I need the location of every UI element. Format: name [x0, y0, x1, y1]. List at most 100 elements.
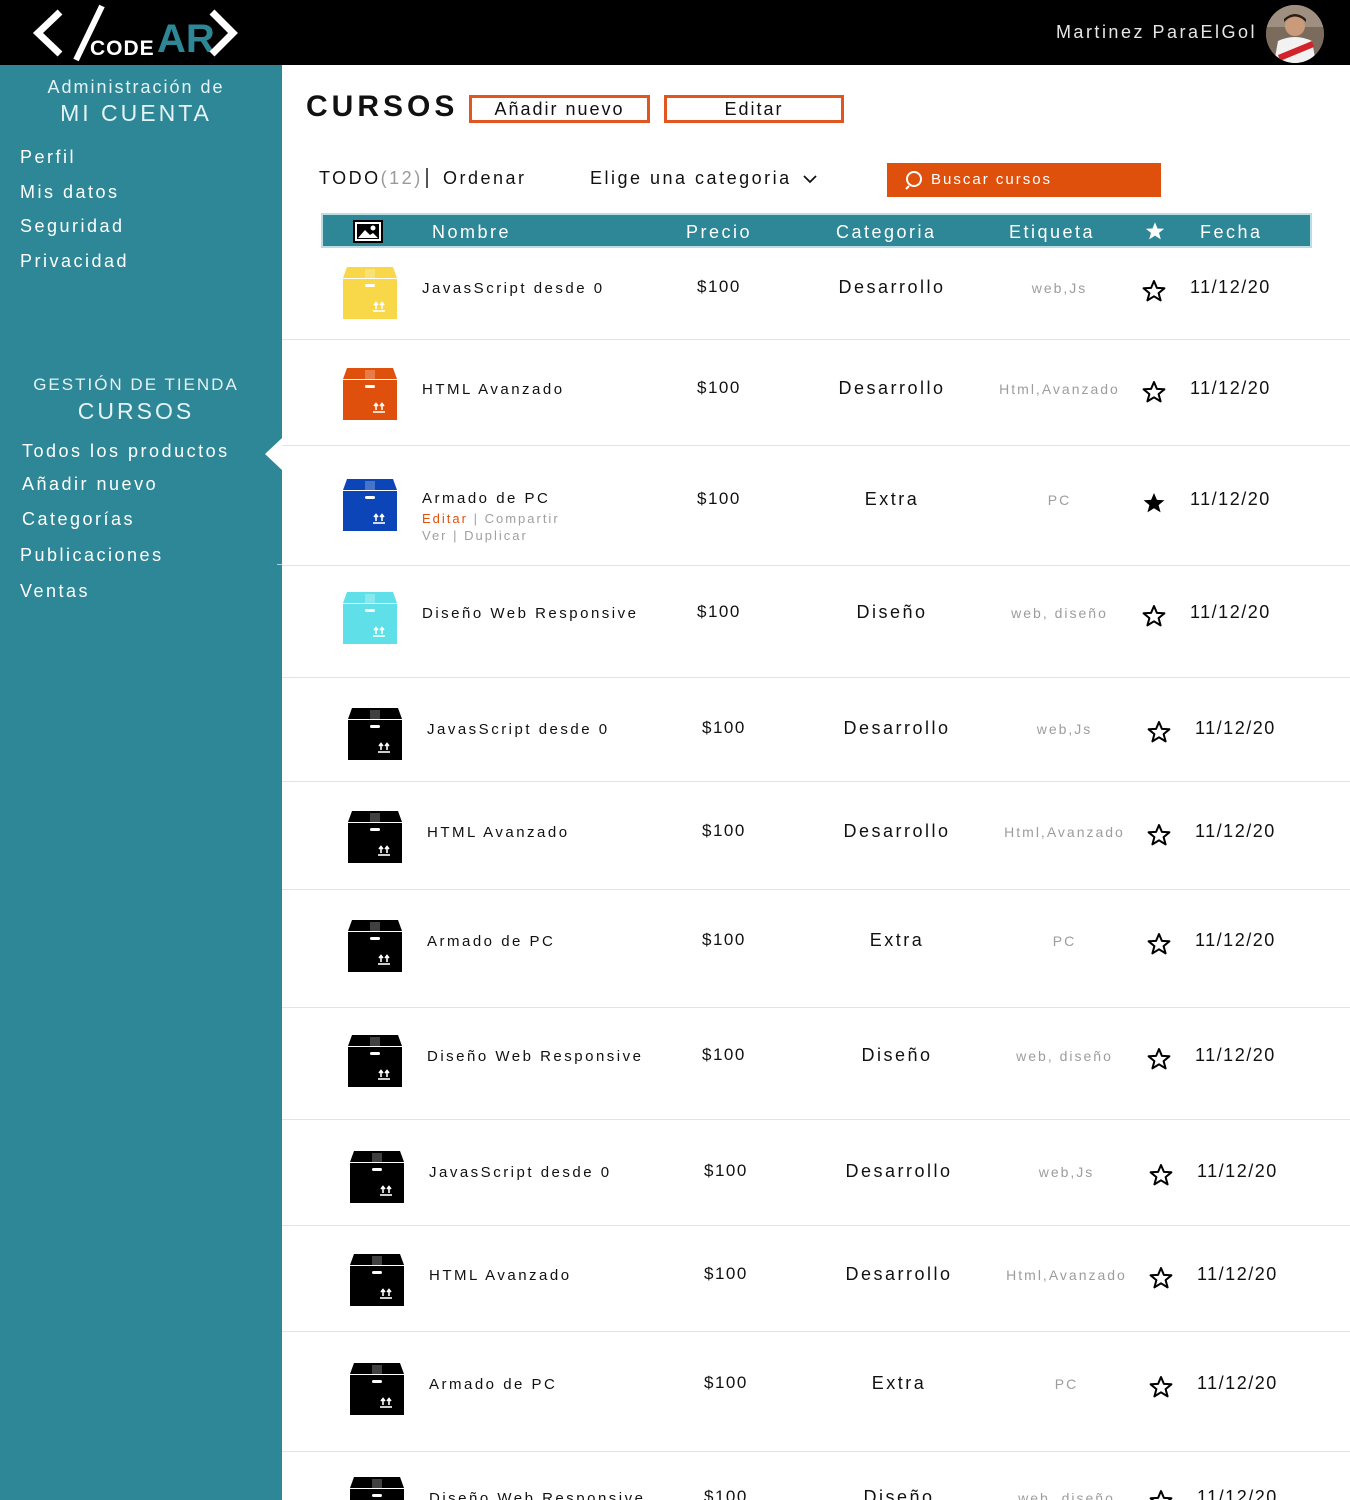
svg-text:CODE: CODE — [90, 37, 155, 60]
course-category: Extra — [871, 1373, 927, 1393]
course-price: $100 — [702, 718, 746, 737]
course-name[interactable]: Diseño Web Responsive — [429, 1490, 645, 1500]
order-button[interactable]: Ordenar — [443, 168, 527, 189]
table-row[interactable]: JavasScript desde 0 $100 Desarrollo web,Js 1… — [282, 678, 1350, 782]
course-tag: web, diseño — [1016, 1048, 1113, 1064]
sidebar-item-anadir-nuevo[interactable]: Añadir nuevo — [22, 474, 158, 495]
course-name[interactable]: Diseño Web Responsive — [427, 1048, 643, 1065]
top-bar: CODE AR Martinez ParaElGol — [0, 0, 1350, 65]
course-tag: web,Js — [1038, 1164, 1095, 1180]
row-actions-line-2: Ver | Duplicar — [422, 528, 528, 543]
filter-all[interactable]: TODO(12) — [319, 168, 423, 189]
course-box-icon — [348, 920, 402, 972]
course-name[interactable]: Armado de PC — [422, 490, 550, 507]
course-date: 11/12/20 — [1197, 1487, 1278, 1500]
table-row[interactable]: Diseño Web Responsive $100 Diseño web, dise… — [282, 1452, 1350, 1500]
sidebar-item-categorias[interactable]: Categorías — [22, 509, 135, 530]
course-category: Desarrollo — [838, 378, 946, 398]
star-icon[interactable] — [1147, 720, 1171, 744]
table-row[interactable]: Armado de PC $100 Extra PC 11/12/20 — [282, 890, 1350, 1008]
star-icon[interactable] — [1149, 1489, 1173, 1500]
account-caption: Administración de — [47, 77, 225, 97]
course-price: $100 — [704, 1487, 748, 1500]
star-filled-icon[interactable] — [1142, 491, 1166, 515]
table-row[interactable]: HTML Avanzado $100 Desarrollo Html,Avanzado… — [282, 1226, 1350, 1332]
star-icon[interactable] — [1149, 1266, 1173, 1290]
table-row[interactable]: HTML Avanzado $100 Desarrollo Html,Avanzado… — [282, 340, 1350, 446]
table-row[interactable]: JavasScript desde 0 $100 Desarrollo web,Js 1… — [282, 1120, 1350, 1226]
star-icon[interactable] — [1142, 279, 1166, 303]
star-icon[interactable] — [1149, 1163, 1173, 1187]
table-row[interactable]: Diseño Web Responsive $100 Diseño web, dise… — [282, 1008, 1350, 1120]
course-name[interactable]: HTML Avanzado — [429, 1267, 572, 1284]
course-name[interactable]: HTML Avanzado — [427, 824, 570, 841]
course-date: 11/12/20 — [1197, 1264, 1278, 1284]
course-tag: Html,Avanzado — [1006, 1267, 1127, 1283]
course-price: $100 — [702, 930, 746, 949]
course-name[interactable]: Armado de PC — [427, 933, 555, 950]
svg-text:AR: AR — [157, 17, 215, 61]
course-name[interactable]: HTML Avanzado — [422, 381, 565, 398]
column-etiqueta[interactable]: Etiqueta — [1009, 222, 1095, 243]
star-icon[interactable] — [1147, 1047, 1171, 1071]
column-nombre[interactable]: Nombre — [432, 222, 511, 243]
course-date: 11/12/20 — [1195, 718, 1276, 738]
sidebar-item-todos-los-productos[interactable]: Todos los productos — [22, 441, 230, 462]
course-box-icon — [350, 1151, 404, 1203]
course-tag: PC — [1052, 933, 1077, 949]
codear-logo[interactable]: CODE AR — [30, 2, 245, 62]
user-avatar[interactable] — [1266, 5, 1324, 63]
row-action-view[interactable]: Ver — [422, 528, 448, 543]
star-icon[interactable] — [1147, 932, 1171, 956]
search-courses-button[interactable]: Buscar cursos — [887, 163, 1161, 197]
sidebar-item-privacidad[interactable]: Privacidad — [20, 251, 129, 272]
star-icon[interactable] — [1149, 1375, 1173, 1399]
star-column-icon[interactable] — [1145, 221, 1165, 241]
row-action-duplicate[interactable]: Duplicar — [464, 528, 528, 543]
course-name[interactable]: JavasScript desde 0 — [427, 721, 610, 738]
course-date: 11/12/20 — [1195, 930, 1276, 950]
course-name[interactable]: Diseño Web Responsive — [422, 605, 638, 622]
course-category: Diseño — [861, 1045, 933, 1065]
course-date: 11/12/20 — [1190, 277, 1271, 297]
row-action-separator: | — [447, 528, 465, 543]
edit-button[interactable]: Editar — [664, 95, 844, 123]
course-box-icon — [350, 1477, 404, 1500]
table-row[interactable]: Armado de PC $100 Extra PC 11/12/20 Editar | … — [282, 446, 1350, 566]
sidebar-item-publicaciones[interactable]: Publicaciones — [20, 545, 164, 566]
sidebar-item-mis-datos[interactable]: Mis datos — [20, 182, 120, 203]
course-tag: Html,Avanzado — [1004, 824, 1125, 840]
star-icon[interactable] — [1147, 823, 1171, 847]
course-tag: PC — [1047, 492, 1072, 508]
course-price: $100 — [702, 821, 746, 840]
course-box-icon — [348, 708, 402, 760]
add-new-button[interactable]: Añadir nuevo — [469, 95, 650, 123]
course-category: Desarrollo — [843, 821, 951, 841]
column-fecha[interactable]: Fecha — [1200, 222, 1263, 243]
table-row[interactable]: Armado de PC $100 Extra PC 11/12/20 — [282, 1332, 1350, 1452]
table-row[interactable]: Diseño Web Responsive $100 Diseño web, dise… — [282, 566, 1350, 678]
filter-all-label: TODO — [319, 168, 381, 188]
table-row[interactable]: HTML Avanzado $100 Desarrollo Html,Avanzado… — [282, 782, 1350, 890]
sidebar-item-seguridad[interactable]: Seguridad — [20, 216, 125, 237]
course-category: Extra — [869, 930, 925, 950]
table-row[interactable]: JavasScript desde 0 $100 Desarrollo web,Js 1… — [282, 248, 1350, 340]
course-name[interactable]: Armado de PC — [429, 1376, 557, 1393]
row-action-edit[interactable]: Editar — [422, 511, 468, 526]
column-precio[interactable]: Precio — [686, 222, 752, 243]
image-column-icon — [353, 220, 383, 243]
course-name[interactable]: JavasScript desde 0 — [429, 1164, 612, 1181]
course-name[interactable]: JavasScript desde 0 — [422, 280, 605, 297]
star-icon[interactable] — [1142, 380, 1166, 404]
course-tag: web, diseño — [1018, 1490, 1115, 1500]
store-caption: GESTIÓN DE TIENDA — [33, 375, 239, 394]
user-name[interactable]: Martinez ParaElGol — [1056, 22, 1257, 43]
column-categoria[interactable]: Categoria — [836, 222, 937, 243]
category-select[interactable]: Elige una categoria — [590, 168, 817, 189]
sidebar-item-perfil[interactable]: Perfil — [20, 147, 76, 168]
row-action-share[interactable]: Compartir — [485, 511, 560, 526]
sidebar-item-ventas[interactable]: Ventas — [20, 581, 90, 602]
course-date: 11/12/20 — [1190, 602, 1271, 622]
course-price: $100 — [704, 1161, 748, 1180]
star-icon[interactable] — [1142, 604, 1166, 628]
